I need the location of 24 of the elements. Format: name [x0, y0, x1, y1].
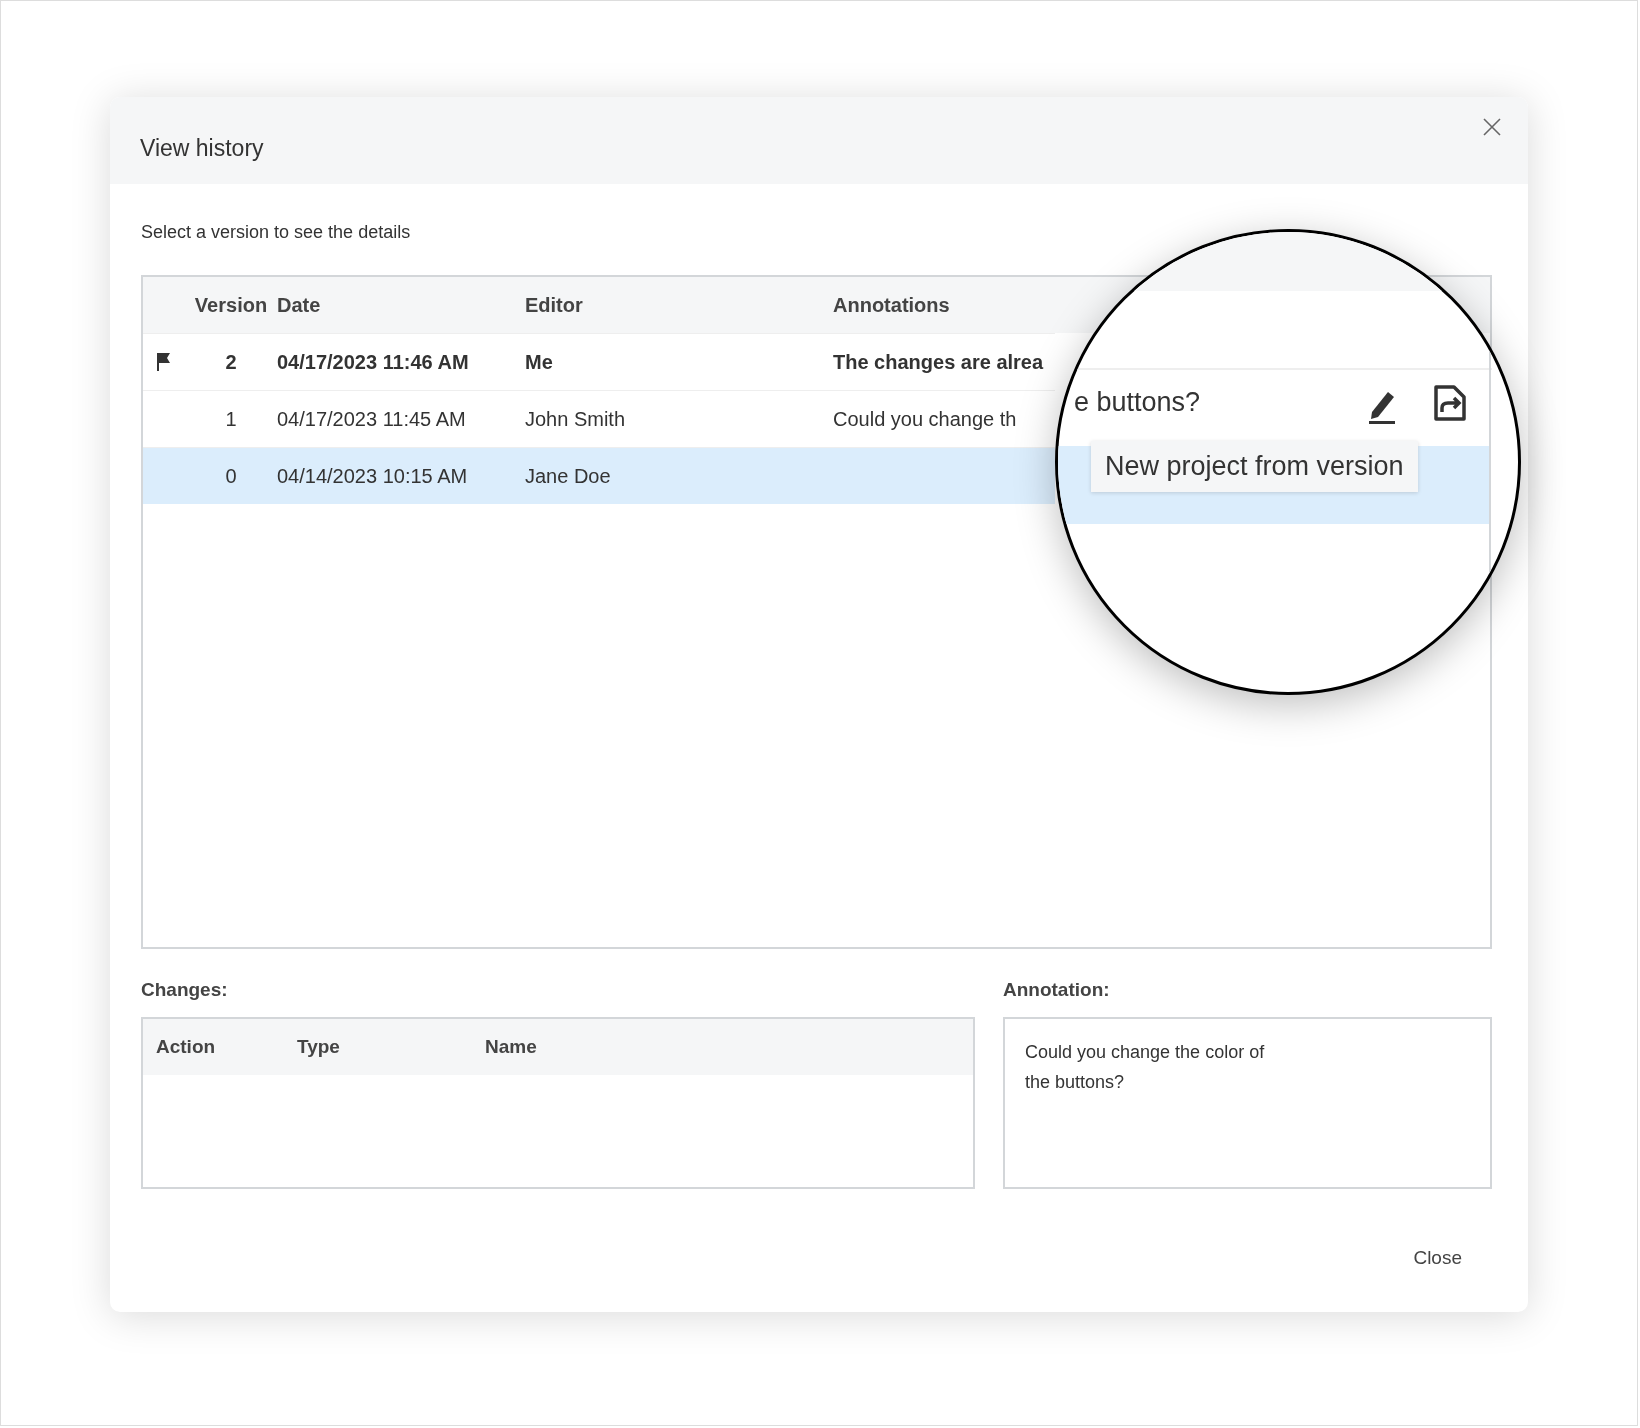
column-header: Action — [156, 1036, 217, 1058]
version-number: 2 — [224, 350, 238, 374]
editor-cell-text: Jane Doe — [525, 464, 612, 488]
instruction-text: Select a version to see the details — [141, 222, 411, 243]
version-number: 0 — [224, 464, 238, 488]
column-header: Version — [193, 293, 269, 317]
annotation-cell: e buttons? — [1074, 387, 1201, 418]
column-header: Type — [297, 1036, 341, 1058]
editor-cell-text: John Smith — [525, 407, 627, 431]
column-header: Date — [277, 293, 322, 317]
annotation-cell-text: The changes are alrea — [833, 350, 1045, 374]
annotation-label: Annotation: — [1003, 979, 1110, 1001]
changes-label: Changes: — [141, 979, 228, 1001]
column-header: Name — [485, 1036, 537, 1058]
annotation-cell-text: Could you change th — [833, 407, 1018, 431]
dialog-title: View history — [140, 135, 264, 162]
column-header: Editor — [525, 293, 584, 317]
version-number: 1 — [224, 407, 238, 431]
date-cell-text: 04/17/2023 11:45 AM — [277, 407, 467, 431]
date-cell-text: 04/17/2023 11:46 AM — [277, 350, 470, 374]
tooltip: New project from version — [1091, 441, 1418, 492]
column-header: Annotations — [833, 293, 951, 317]
editor-cell-text: Me — [525, 350, 554, 374]
date-cell-text: 04/14/2023 10:15 AM — [277, 464, 469, 488]
